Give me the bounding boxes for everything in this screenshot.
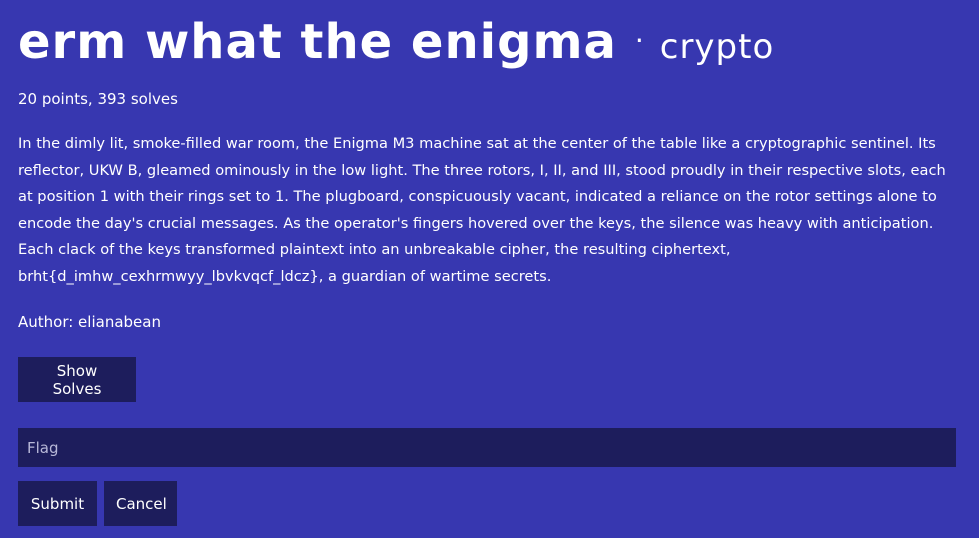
submit-button[interactable]: Submit <box>18 481 97 526</box>
challenge-author: Author: elianabean <box>18 313 161 331</box>
challenge-category: crypto <box>659 27 775 67</box>
show-solves-button[interactable]: Show Solves <box>18 357 136 402</box>
cancel-button[interactable]: Cancel <box>104 481 177 526</box>
title-separator: · <box>634 24 644 57</box>
challenge-description: In the dimly lit, smoke-filled war room,… <box>18 135 946 285</box>
challenge-title: erm what the enigma <box>18 14 617 70</box>
flag-input[interactable] <box>18 428 956 467</box>
challenge-header: erm what the enigma · crypto <box>18 12 774 72</box>
challenge-stats: 20 points, 393 solves <box>18 90 178 108</box>
